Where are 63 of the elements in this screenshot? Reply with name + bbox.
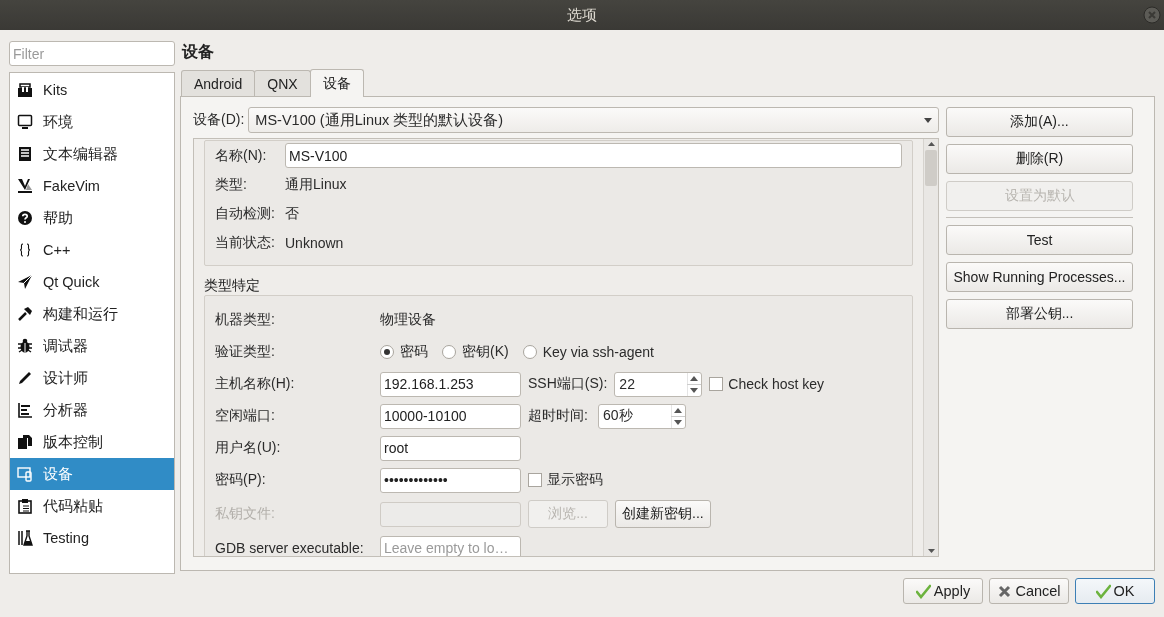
dialog-button[interactable]: Cancel [989, 578, 1069, 604]
spin-box[interactable]: 60秒 [598, 403, 686, 429]
field-label: 主机名称(H): [215, 375, 296, 393]
field-label: 设备(D): [193, 111, 245, 129]
field-label: GDB server executable: [215, 540, 365, 556]
field-label: 名称(N): [215, 146, 268, 165]
radio-button[interactable]: 密钥(K) [442, 343, 509, 361]
window-title: 选项 [567, 5, 597, 25]
field-label: 密码(P): [215, 471, 267, 489]
input-field[interactable]: Leave empty to lo… [380, 535, 521, 556]
action-button[interactable]: 删除(R) [946, 144, 1133, 174]
device-dropdown[interactable]: MS-V100 (通用Linux 类型的默认设备) [248, 107, 939, 133]
field-label: 自动检测: [215, 204, 276, 223]
category-item[interactable]: 设计师 [10, 362, 174, 394]
field-label: 用户名(U): [215, 439, 282, 457]
input-field[interactable]: ••••••••••••• [380, 467, 521, 493]
spin-box[interactable]: 22 [614, 371, 703, 397]
category-item[interactable]: 版本控制 [10, 426, 174, 458]
category-item[interactable]: Kits [10, 74, 174, 106]
category-item[interactable]: FakeVim [10, 170, 174, 202]
field-label: 机器类型: [215, 311, 276, 329]
field-label: 验证类型: [215, 343, 276, 361]
field-value: 通用Linux [285, 175, 348, 194]
field-label: SSH端口(S): [528, 375, 608, 393]
field-value: Unknown [285, 234, 345, 251]
action-button[interactable]: Test [946, 225, 1133, 255]
checkbox[interactable]: Check host key [709, 376, 825, 392]
input-field[interactable]: 10000-10100 [380, 403, 521, 429]
field-label: 私钥文件: [215, 505, 276, 523]
field-value: 物理设备 [380, 311, 436, 329]
action-button[interactable]: 添加(A)... [946, 107, 1133, 137]
action-button[interactable]: Show Running Processes... [946, 262, 1133, 292]
category-item[interactable]: Testing [10, 522, 174, 554]
radio-button[interactable]: 密码 [380, 343, 428, 361]
action-button[interactable]: 部署公钥... [946, 299, 1133, 329]
dialog-button[interactable]: Apply [903, 578, 983, 604]
category-item[interactable]: 代码粘贴 [10, 490, 174, 522]
filter-field[interactable]: Filter [9, 41, 175, 66]
group-title: 类型特定 [204, 277, 261, 294]
dialog-button[interactable]: OK [1075, 578, 1155, 604]
field-label: 超时时间: [528, 407, 589, 425]
input-field[interactable]: MS-V100 [285, 143, 902, 168]
checkbox[interactable]: 显示密码 [528, 471, 603, 489]
category-item[interactable]: 帮助 [10, 202, 174, 234]
field-value: 否 [285, 204, 300, 223]
field-label: 当前状态: [215, 233, 276, 252]
page-title: 设备 [182, 42, 215, 62]
category-item[interactable]: Qt Quick [10, 266, 174, 298]
category-item[interactable]: 环境 [10, 106, 174, 138]
input-field[interactable]: root [380, 435, 521, 461]
radio-button[interactable]: Key via ssh-agent [522, 344, 654, 360]
field-label: 类型: [215, 175, 248, 194]
input-field[interactable]: 192.168.1.253 [380, 371, 521, 397]
tab[interactable]: QNX [254, 70, 311, 96]
tab[interactable]: Android [181, 70, 256, 96]
category-item[interactable]: 构建和运行 [10, 298, 174, 330]
tab[interactable]: 设备 [309, 69, 364, 97]
category-item[interactable]: 文本编辑器 [10, 138, 174, 170]
field-label: 空闲端口: [215, 407, 276, 425]
category-item[interactable]: 分析器 [10, 394, 174, 426]
category-item[interactable]: C++ [10, 234, 174, 266]
category-item[interactable]: 调试器 [10, 330, 174, 362]
category-item[interactable]: 设备 [10, 458, 174, 490]
